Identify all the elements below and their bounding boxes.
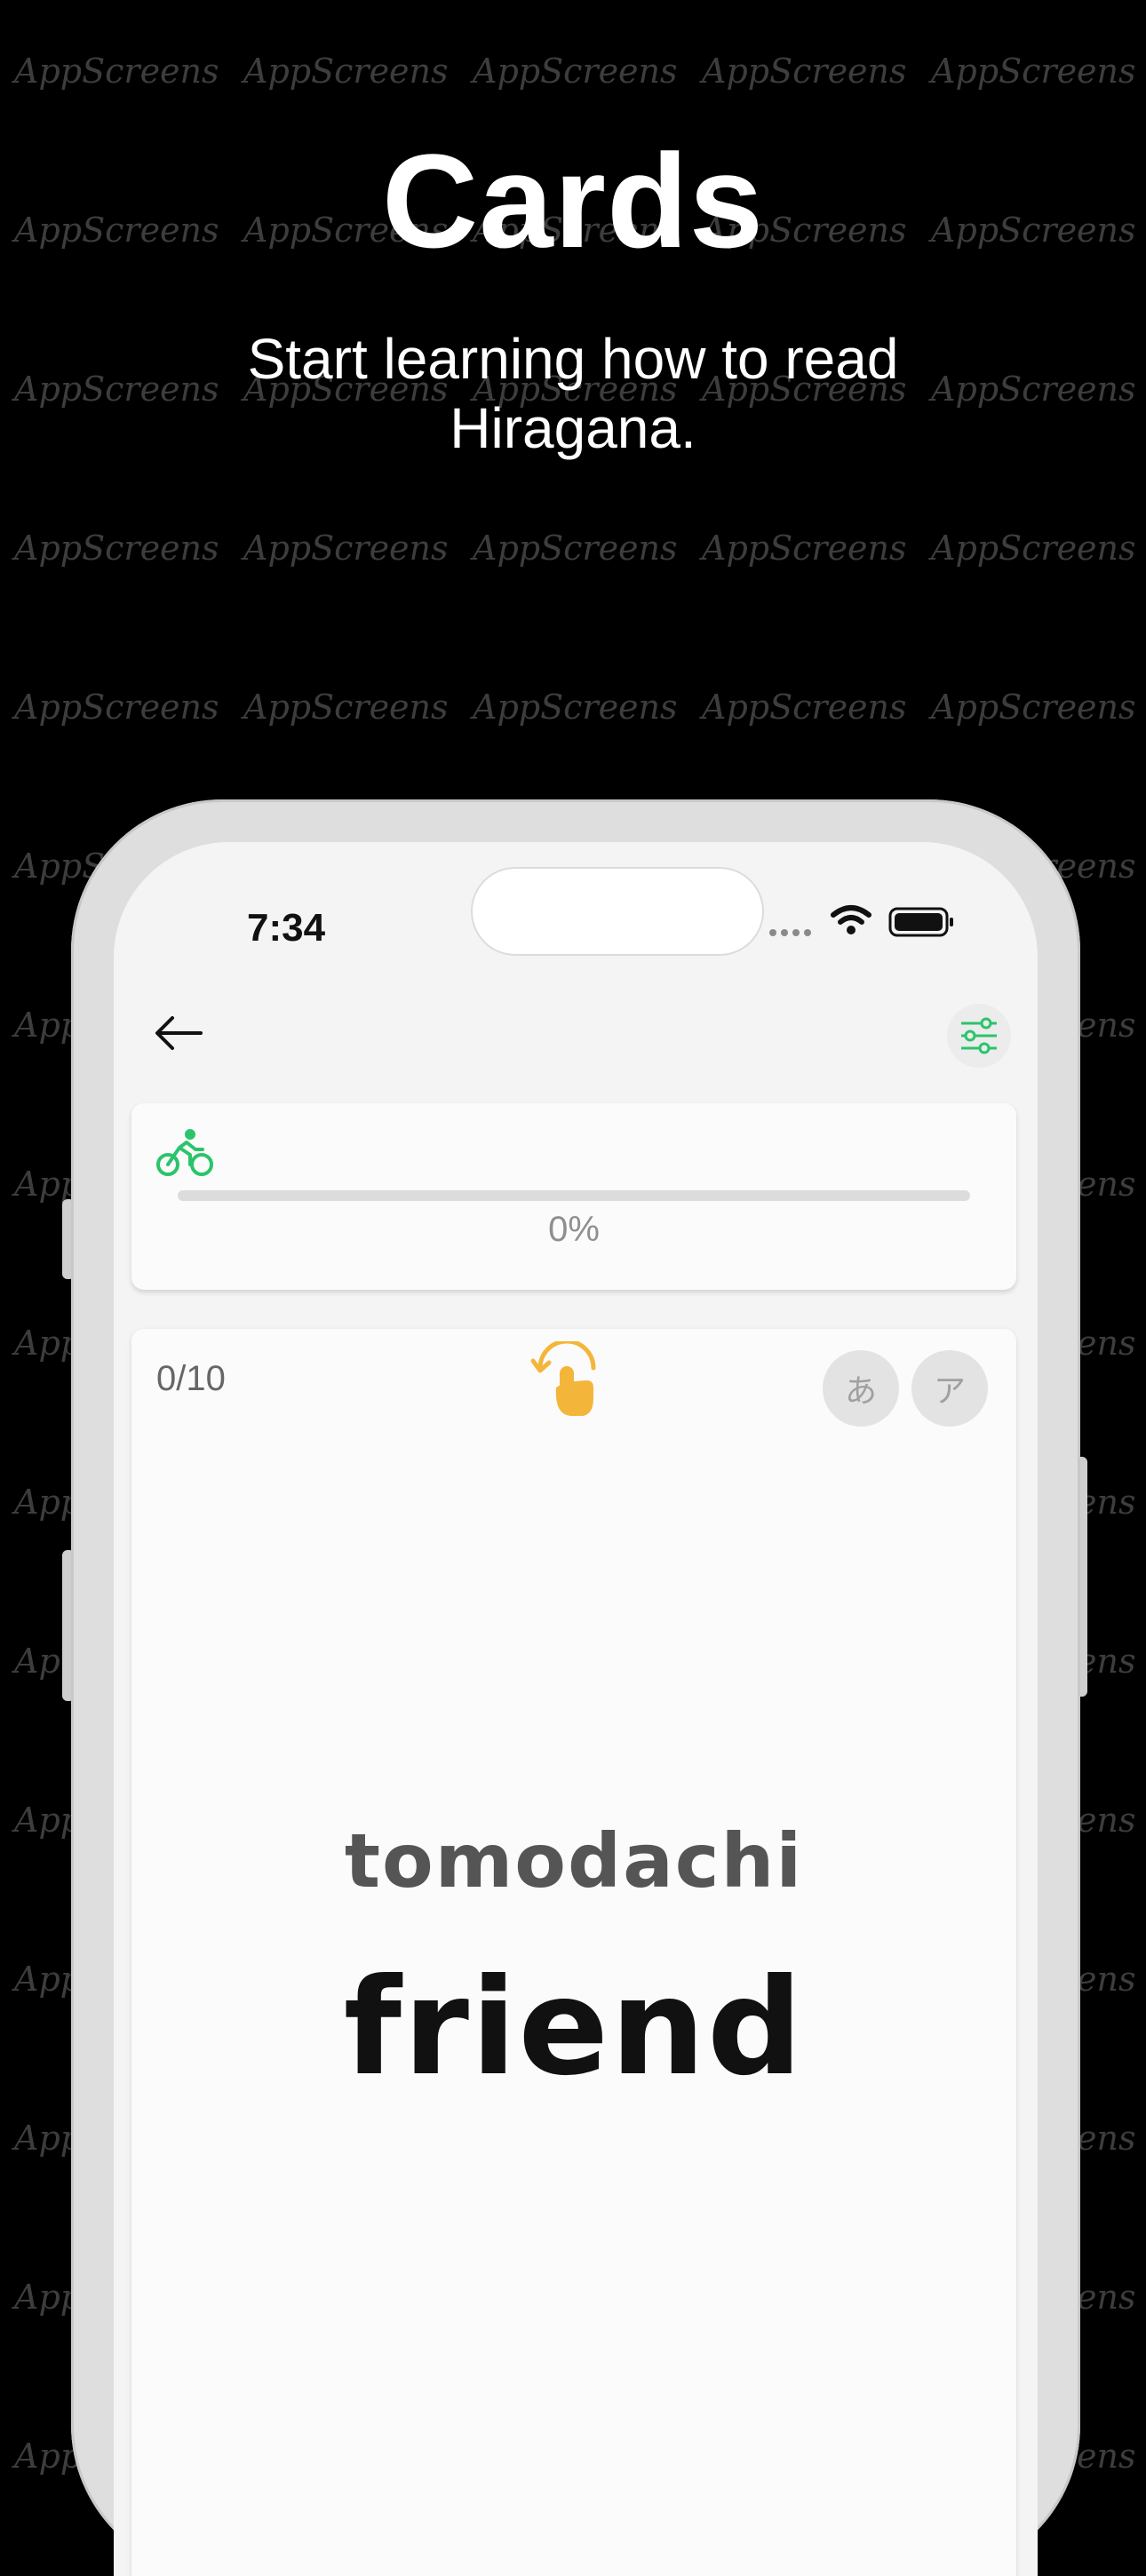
watermark-text: AppScreens [473, 529, 678, 568]
phone-frame: 7:34 0% 0/10 あ ア tomodachi friend [71, 799, 1080, 2576]
filter-button[interactable] [947, 1004, 1011, 1068]
progress-bar [178, 1190, 970, 1201]
watermark-text: AppScreens [931, 688, 1136, 727]
card-counter: 0/10 [156, 1359, 226, 1398]
battery-icon [888, 907, 953, 937]
watermark-text: AppScreens [14, 52, 219, 91]
watermark-text: AppScreens [243, 52, 449, 91]
progress-percent: 0% [548, 1210, 600, 1249]
progress-card: 0% [131, 1103, 1016, 1290]
watermark-text: AppScreens [702, 52, 907, 91]
watermark-text: AppScreens [702, 688, 907, 727]
watermark-text: AppScreens [243, 688, 449, 727]
tap-flip-icon[interactable] [528, 1341, 608, 1421]
watermark-text: AppScreens [473, 688, 678, 727]
card-romaji: tomodachi [344, 1817, 804, 1904]
flash-card[interactable]: 0/10 あ ア tomodachi friend [131, 1329, 1016, 2576]
watermark-text: AppScreens [243, 529, 449, 568]
status-time: 7:34 [247, 906, 326, 950]
watermark-text: AppScreens [702, 529, 907, 568]
dynamic-island [471, 867, 764, 956]
signal-dots-icon [769, 925, 816, 941]
watermark-text: AppScreens [931, 52, 1136, 91]
bicycle-icon [156, 1129, 213, 1176]
promo-title: Cards [381, 126, 765, 275]
wifi-icon [831, 905, 871, 934]
watermark-text: AppScreens [14, 688, 219, 727]
watermark-text: AppScreens [14, 529, 219, 568]
watermark-text: AppScreens [931, 529, 1136, 568]
watermark-text: AppScreens [14, 370, 219, 409]
filter-sliders-icon [961, 1017, 997, 1054]
promo-subtitle: Start learning how to read Hiragana. [247, 327, 899, 460]
watermark-text: AppScreens [473, 52, 678, 91]
hiragana-toggle-button[interactable]: あ [823, 1350, 899, 1427]
katakana-toggle-button[interactable]: ア [911, 1350, 988, 1427]
phone-screen: 7:34 0% 0/10 あ ア tomodachi friend [114, 842, 1038, 2576]
card-meaning: friend [343, 1951, 805, 2105]
back-arrow-icon[interactable] [147, 1002, 210, 1064]
watermark-text: AppScreens [931, 370, 1136, 409]
